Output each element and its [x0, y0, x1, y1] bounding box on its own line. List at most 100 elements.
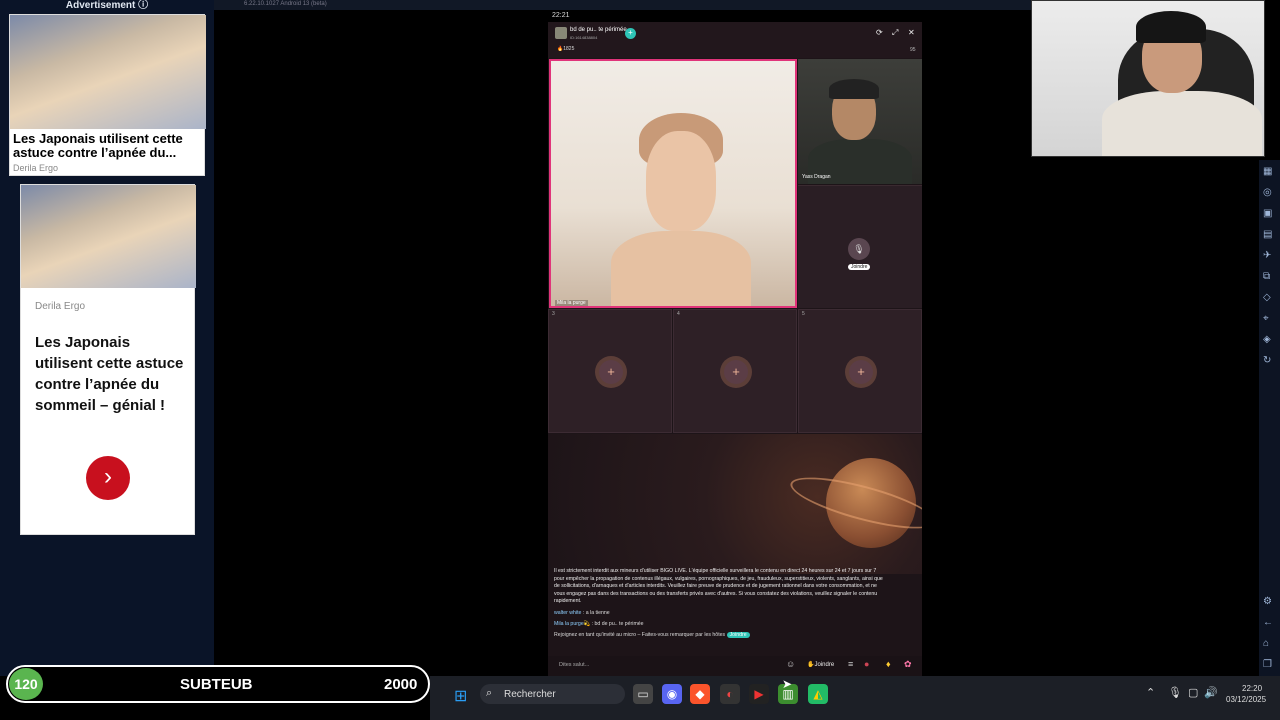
minimize-icon[interactable]: ⤢ [892, 28, 898, 38]
add-seat-icon[interactable]: + [849, 360, 873, 384]
sub-goal-label: SUBTEUB [180, 676, 253, 693]
ad-arrow-button[interactable]: › [86, 456, 130, 500]
streamer-shirt [1102, 91, 1262, 156]
room-avatar[interactable] [555, 27, 567, 39]
join-chip-button[interactable]: Joindre [726, 632, 750, 638]
chat-text: Rejoignez en tant qu'invité au micro – F… [554, 632, 726, 638]
gift-icon[interactable]: ✿ [904, 659, 912, 670]
guest-seat[interactable]: 4 + [673, 309, 797, 433]
mouse-cursor-icon: ➤ [782, 677, 793, 691]
refresh-icon[interactable]: ⟳ [876, 28, 883, 37]
add-seat-icon[interactable]: + [599, 360, 623, 384]
chat-message: Rejoignez en tant qu'invité au micro – F… [554, 632, 750, 638]
join-button[interactable]: ✋Joindre [807, 661, 834, 668]
guest-seat[interactable]: 5 + [798, 309, 922, 433]
location-icon[interactable]: ⌖ [1263, 313, 1269, 324]
host-name-label: Mila la purge [555, 300, 588, 306]
chat-input[interactable]: Dites salut... [559, 662, 589, 668]
emulator-sidebar: ▦ ◎ ▣ ▤ ✈ ⧉ ◇ ⌖ ◈ ↻ ⚙ ← ⌂ ❐ [1259, 160, 1280, 676]
tray-expand-icon[interactable]: ⌃ [1146, 686, 1155, 699]
sub-goal-bar: 120 SUBTEUB 2000 [6, 665, 430, 703]
back-icon[interactable]: ← [1263, 617, 1273, 628]
viewers-number[interactable]: 95 [910, 47, 916, 53]
room-name: bd de pu.. te périmée [570, 27, 627, 33]
popularity-count: 🔥1825 [557, 46, 575, 52]
settings-icon[interactable]: ⚙ [1263, 596, 1272, 607]
ad-card-1[interactable]: Les Japonais utilisent cette astuce cont… [9, 14, 206, 176]
chat-text: : bd de pu.. te périmée [591, 621, 644, 627]
search-placeholder: Rechercher [504, 689, 556, 700]
chat-user[interactable]: Mila la purge💫 [554, 621, 590, 627]
app-icon[interactable]: ◐ [720, 684, 740, 704]
seat-number: 5 [802, 311, 805, 317]
stream-bottom-bar: Dites salut... ☺ ✋Joindre ≡ ● ♦ ✿ [548, 656, 922, 676]
safety-notice: Il est strictement interdit aux mineurs … [554, 568, 883, 605]
mic-icon: 🎙 [848, 238, 870, 260]
background-decoration [548, 434, 922, 574]
microphone-icon[interactable]: 🎙 [1168, 686, 1182, 699]
screenshot-icon[interactable]: ▣ [1263, 208, 1272, 219]
guest-name-label: Yass Dragan [802, 174, 831, 180]
clock-time[interactable]: 22:20 [1242, 684, 1262, 693]
ad-column: Advertisement ⓘ Les Japonais utilisent c… [0, 0, 214, 676]
phone-clock: 22:21 [552, 12, 570, 19]
airplane-icon[interactable]: ✈ [1263, 250, 1271, 261]
layers-icon[interactable]: ◈ [1263, 334, 1271, 345]
gamepad-icon[interactable]: ◎ [1263, 187, 1272, 198]
menu-icon[interactable]: ≡ [848, 659, 853, 669]
live-stream-screen: bd de pu.. te périmée ID:1614838804 + 🔥1… [548, 22, 922, 676]
follow-button[interactable]: + [625, 28, 636, 39]
room-id: ID:1614838804 [570, 35, 598, 40]
guest-seat[interactable]: 3 + [548, 309, 672, 433]
chat-text: : a la tienne [582, 610, 610, 616]
seat-join-label[interactable]: Joindre [848, 264, 871, 270]
ad-image[interactable] [21, 185, 196, 288]
windows-start-icon[interactable]: ⊞ [454, 686, 467, 706]
ad-image[interactable] [10, 15, 206, 129]
folder-icon[interactable]: ▤ [1263, 229, 1272, 240]
flag-icon[interactable]: ● [864, 659, 869, 669]
webcam-overlay [1031, 0, 1265, 157]
seat-number: 4 [677, 311, 680, 317]
emoji-icon[interactable]: ☺ [786, 659, 795, 669]
recent-apps-icon[interactable]: ❐ [1263, 659, 1272, 670]
clock-date[interactable]: 03/12/2025 [1226, 695, 1266, 704]
brave-icon[interactable]: ◆ [690, 684, 710, 704]
ad-source: Derila Ergo [13, 163, 59, 173]
home-icon[interactable]: ⌂ [1263, 638, 1269, 649]
host-face [646, 131, 716, 231]
add-seat-icon[interactable]: + [724, 360, 748, 384]
host-body [611, 231, 751, 306]
taskbar-search[interactable]: ⌕ Rechercher [480, 684, 625, 704]
ad-title[interactable]: Les Japonais utilisent cette astuce cont… [35, 332, 185, 416]
ad-card-2[interactable]: Derila Ergo Les Japonais utilisent cette… [20, 184, 196, 535]
chat-message: walter white : a la tienne [554, 610, 610, 616]
emulator-version: 6.22.10.1027 Android 13 (beta) [244, 1, 327, 7]
emulator-topbar [214, 0, 1034, 10]
bluestacks-icon[interactable]: ◭ [808, 684, 828, 704]
chat-user[interactable]: walter white [554, 610, 581, 616]
ad-source: Derila Ergo [35, 301, 86, 312]
ad-title[interactable]: Les Japonais utilisent cette astuce cont… [13, 132, 203, 160]
discord-icon[interactable]: ◉ [662, 684, 682, 704]
volume-icon[interactable]: 🔊 [1204, 686, 1218, 699]
host-video[interactable]: Mila la purge [549, 59, 797, 308]
seat-number: 3 [552, 311, 555, 317]
gift-bag-icon[interactable]: ♦ [886, 659, 891, 669]
eraser-icon[interactable]: ◇ [1263, 292, 1271, 303]
guest-video[interactable]: Yass Dragan [798, 59, 922, 184]
seat-empty-mic[interactable]: 🎙 Joindre [798, 185, 922, 308]
windows-taskbar: ⊞ ⌕ Rechercher ▭ ◉ ◆ ◐ ▶ ▥ ◭ ⌃ 🎙 ▢ 🔊 22:… [430, 676, 1280, 720]
network-icon[interactable]: ▢ [1188, 686, 1198, 699]
streamer-cap [1136, 11, 1206, 43]
advertisement-header: Advertisement ⓘ [65, 0, 149, 11]
resize-icon[interactable]: ⧉ [1263, 271, 1270, 282]
keyboard-icon[interactable]: ▦ [1263, 166, 1272, 177]
task-view-icon[interactable]: ▭ [633, 684, 653, 704]
rotate-icon[interactable]: ↻ [1263, 355, 1271, 366]
stream-header: bd de pu.. te périmée ID:1614838804 + 🔥1… [548, 22, 922, 58]
guest-cap [829, 79, 879, 99]
youtube-icon[interactable]: ▶ [749, 684, 769, 704]
close-icon[interactable]: ✕ [908, 28, 915, 37]
sub-goal-target: 2000 [384, 676, 418, 693]
